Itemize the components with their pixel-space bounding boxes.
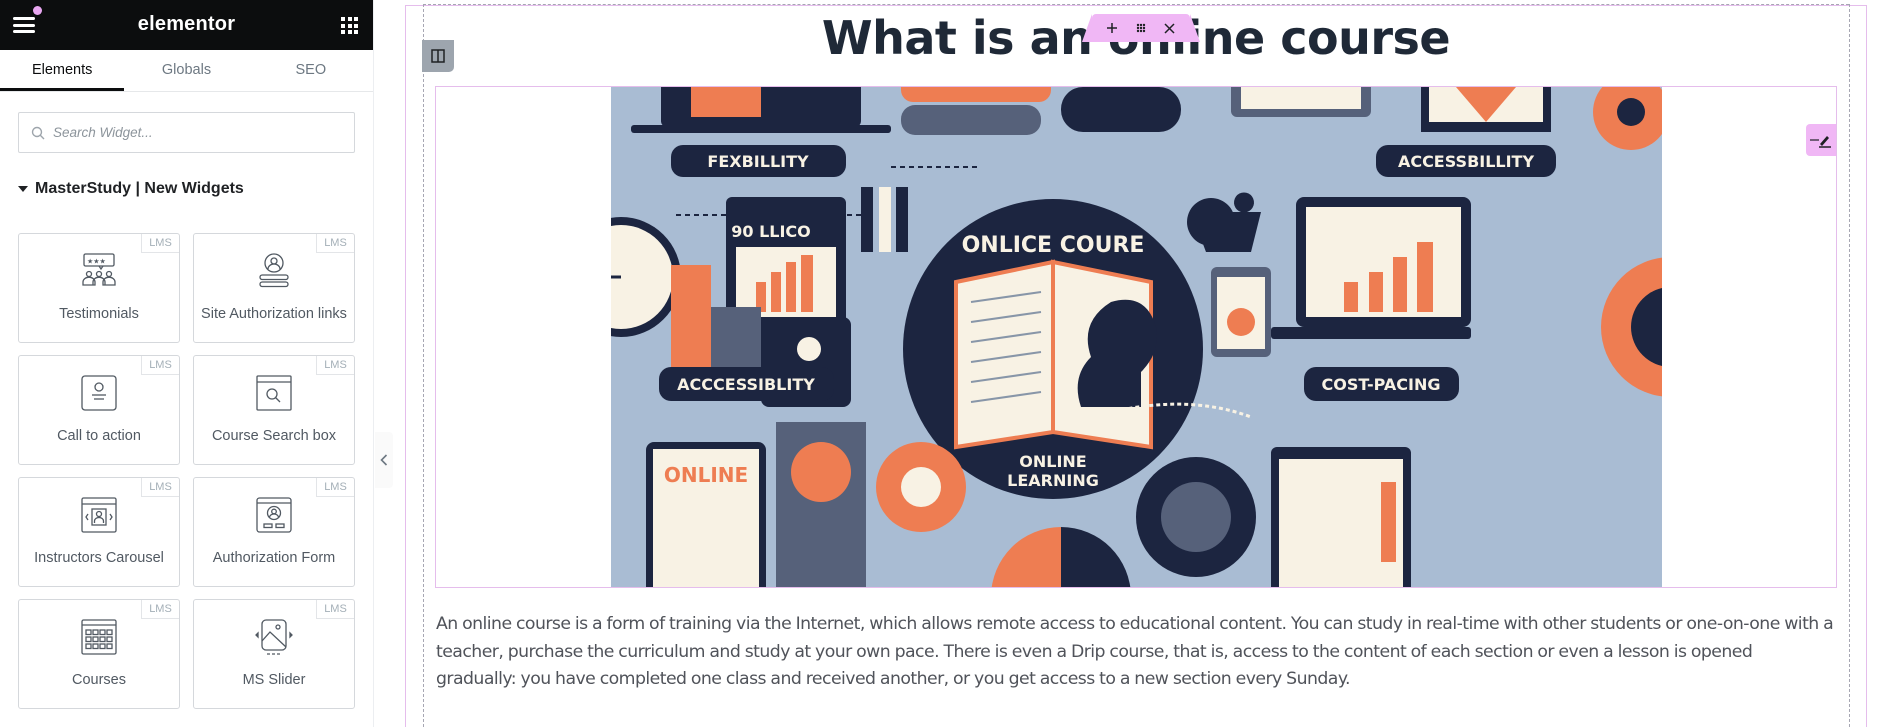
- widget-authorization-form[interactable]: LMS Authorization Form: [193, 477, 355, 587]
- pill-top-center: [901, 87, 1051, 102]
- chevron-left-icon: [380, 454, 388, 466]
- center-subtitle-text: ONLINE: [1019, 452, 1086, 471]
- column-outline-left: [423, 4, 424, 727]
- label-flexibility-text: FEXBILLITY: [707, 152, 809, 171]
- illustration-svg: FEXBILLITY ACCESSBILLITY ONLICE COURE ON…: [611, 87, 1662, 587]
- category-title: MasterStudy | New Widgets: [35, 180, 244, 197]
- testimonials-icon: ★★★: [82, 253, 116, 286]
- widget-label: Testimonials: [59, 306, 139, 322]
- widget-label: Site Authorization links: [201, 306, 347, 322]
- center-title-text: ONLICE COURE: [962, 233, 1145, 258]
- widget-label: Course Search box: [211, 428, 337, 444]
- call-to-action-icon: [81, 375, 117, 411]
- widget-ms-slider[interactable]: LMS MS Slider: [193, 599, 355, 709]
- category-masterstudy[interactable]: MasterStudy | New Widgets: [18, 180, 373, 198]
- widget-site-authorization-links[interactable]: LMS Site Authorization links: [193, 233, 355, 343]
- lms-badge: LMS: [141, 234, 179, 253]
- lms-badge: LMS: [141, 356, 179, 375]
- widget-grid: LMS ★★★ Testimonials LMS Site Authorizat…: [18, 233, 355, 709]
- elementor-logo: elementor: [137, 13, 236, 35]
- section-toolbar: [1082, 14, 1200, 42]
- section-outline-top: [405, 5, 1867, 6]
- lms-badge: LMS: [141, 478, 179, 497]
- pencil-icon: [1810, 136, 1831, 148]
- widget-call-to-action[interactable]: LMS Call to action: [18, 355, 180, 465]
- column-outline-right: [1849, 4, 1850, 727]
- left-monitor-text: 90 LLICO: [731, 222, 811, 241]
- plus-icon: [1107, 23, 1118, 33]
- widget-label: Call to action: [57, 428, 141, 444]
- delete-section-button[interactable]: [1158, 16, 1182, 40]
- panel-tabs: Elements Globals SEO: [0, 50, 373, 92]
- widget-testimonials[interactable]: LMS ★★★ Testimonials: [18, 233, 180, 343]
- lms-badge: LMS: [316, 356, 354, 375]
- add-section-button[interactable]: [1100, 16, 1124, 40]
- panel-header: elementor: [0, 0, 373, 50]
- section-outline-left: [405, 5, 406, 727]
- slider-image-icon: [255, 619, 293, 655]
- column-outline-top: [423, 4, 1849, 5]
- lms-badge: LMS: [316, 478, 354, 497]
- label-accessibility-top-text: ACCESSBILLITY: [1398, 152, 1535, 171]
- tab-globals[interactable]: Globals: [124, 50, 248, 91]
- search-widget-input[interactable]: [53, 125, 342, 140]
- online-course-illustration[interactable]: FEXBILLITY ACCESSBILLITY ONLICE COURE ON…: [611, 87, 1662, 587]
- center-subtitle-text-2: LEARNING: [1007, 471, 1099, 490]
- column-icon: [431, 49, 445, 63]
- widget-label: Courses: [72, 672, 126, 688]
- collapse-panel-button[interactable]: [375, 432, 393, 488]
- search-icon: [31, 126, 45, 139]
- user-links-icon: [259, 253, 289, 288]
- search-widget-field: [18, 112, 355, 153]
- widget-courses[interactable]: LMS Courses: [18, 599, 180, 709]
- column-handle[interactable]: [422, 40, 454, 72]
- caret-down-icon: [18, 186, 28, 192]
- course-description[interactable]: An online course is a form of training v…: [436, 611, 1836, 694]
- drag-section-handle[interactable]: [1129, 16, 1153, 40]
- widget-label: MS Slider: [242, 672, 306, 688]
- apps-grid-icon[interactable]: [341, 17, 358, 34]
- widget-course-search-box[interactable]: LMS Course Search box: [193, 355, 355, 465]
- bottom-online-text: ONLINE: [664, 463, 748, 487]
- drag-handle-icon: [1136, 23, 1146, 33]
- close-icon: [1164, 22, 1175, 34]
- elementor-panel: elementor Elements Globals SEO MasterStu…: [0, 0, 374, 727]
- tab-elements[interactable]: Elements: [0, 50, 125, 91]
- widget-label: Instructors Carousel: [34, 550, 164, 566]
- auth-form-icon: [256, 497, 292, 533]
- carousel-icon: [81, 497, 117, 533]
- tab-seo[interactable]: SEO: [249, 50, 373, 91]
- courses-grid-icon: [81, 619, 117, 655]
- search-box-icon: [256, 375, 292, 411]
- lms-badge: LMS: [316, 234, 354, 253]
- label-cost-pacing-text: COST-PACING: [1322, 375, 1441, 394]
- lms-badge: LMS: [316, 600, 354, 619]
- search-wrapper: [0, 92, 373, 153]
- svg-text:★★★: ★★★: [87, 258, 106, 266]
- widget-label: Authorization Form: [212, 550, 336, 566]
- lms-badge: LMS: [141, 600, 179, 619]
- section-outline-right: [1866, 5, 1867, 727]
- widget-instructors-carousel[interactable]: LMS Instructors Carousel: [18, 477, 180, 587]
- edit-widget-button[interactable]: [1806, 124, 1836, 156]
- label-accessibility-bottom-text: ACCCESSIBLITY: [677, 375, 815, 394]
